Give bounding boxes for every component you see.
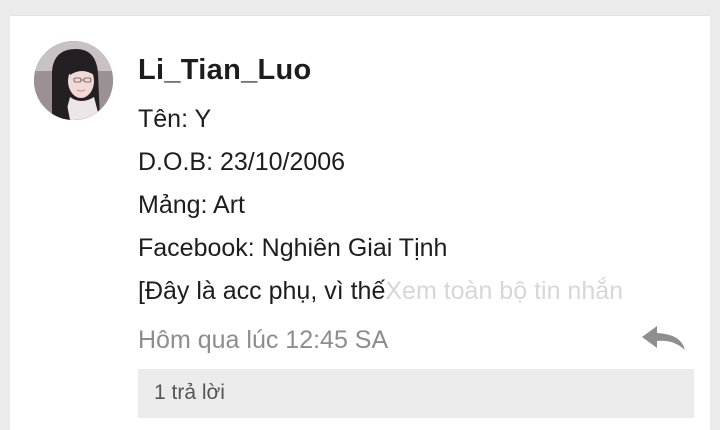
avatar-photo <box>34 41 113 120</box>
comment-timestamp: Hôm qua lúc 12:45 SA <box>138 326 389 354</box>
reply-arrow-icon[interactable] <box>640 323 688 353</box>
comment-line-name: Tên: Y <box>138 105 212 133</box>
comment-line-dob: D.O.B: 23/10/2006 <box>138 148 346 176</box>
comment-card: Li_Tian_Luo Tên: Y D.O.B: 23/10/2006 Mản… <box>10 15 710 430</box>
replies-button[interactable]: 1 trả lời <box>138 369 694 418</box>
comment-author[interactable]: Li_Tian_Luo <box>138 54 312 87</box>
comment-truncated-line: [Đây là acc phụ, vì thếXem toàn bộ tin n… <box>138 277 623 306</box>
avatar[interactable] <box>34 41 113 120</box>
comment-line-facebook: Facebook: Nghiên Giai Tịnh <box>138 234 448 262</box>
see-more-link[interactable]: Xem toàn bộ tin nhắn <box>385 277 623 305</box>
comment-line-field: Mảng: Art <box>138 191 245 219</box>
comment-truncated-text: [Đây là acc phụ, vì thế <box>138 277 386 305</box>
replies-label: 1 trả lời <box>154 381 225 404</box>
